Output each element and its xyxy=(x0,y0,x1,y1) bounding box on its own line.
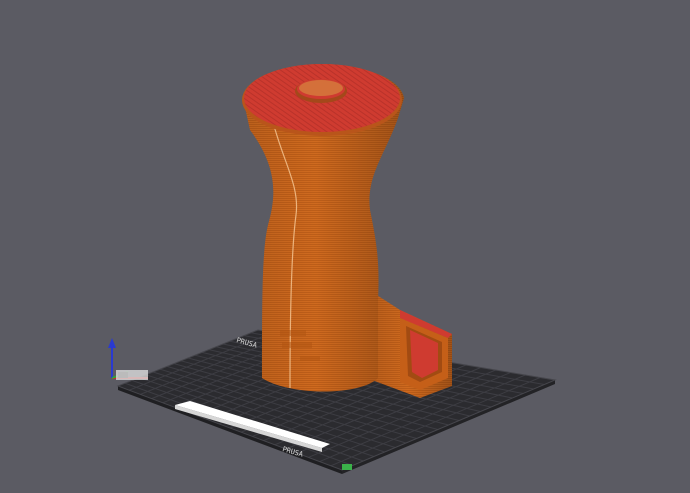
axis-gizmo xyxy=(108,338,148,380)
side-port xyxy=(372,292,452,398)
bed-origin-marker xyxy=(342,464,352,470)
model-top-surface xyxy=(242,64,402,136)
scene-canvas[interactable]: PRUSA PRUSA xyxy=(0,0,690,493)
3d-viewport[interactable]: PRUSA PRUSA xyxy=(0,0,690,493)
